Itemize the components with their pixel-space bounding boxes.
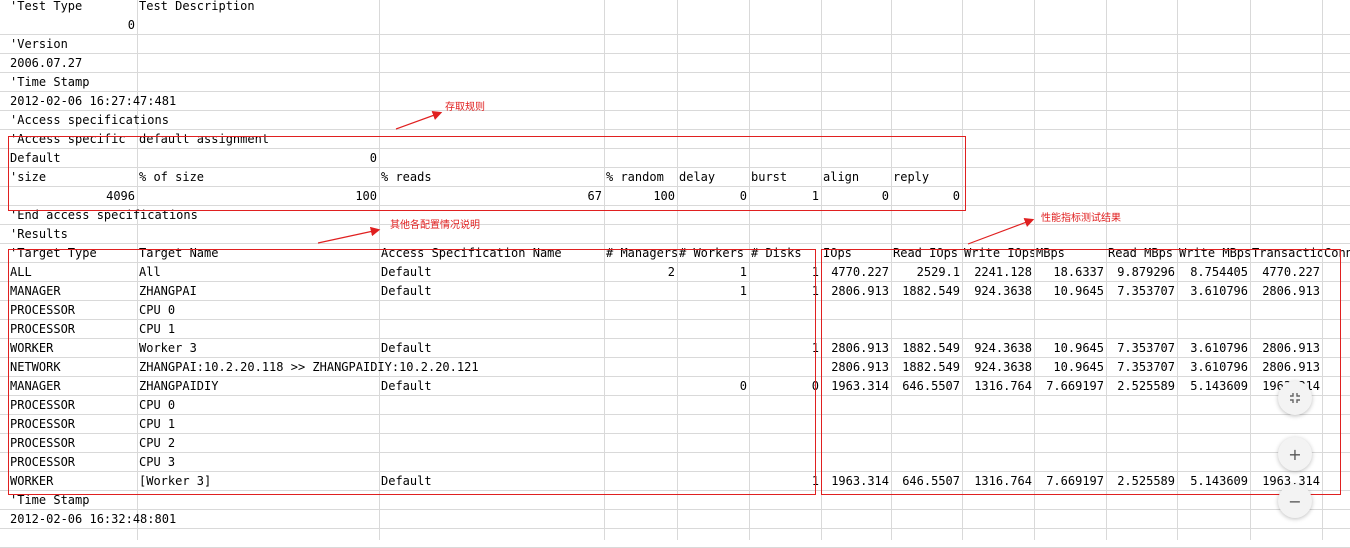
annotation-config-desc: 其他各配置情况说明 [390,220,480,231]
fit-screen-button[interactable] [1278,381,1312,415]
timestamp-label[interactable]: 'Time Stamp [8,73,137,92]
results-config-box [8,249,816,495]
row-divider [0,224,1350,225]
access-specs-label[interactable]: 'Access specifications [8,111,169,130]
fit-screen-icon [1290,393,1300,403]
footer-timestamp-value[interactable]: 2012-02-06 16:32:48:801 [8,510,176,529]
test-type-label[interactable]: 'Test Type [8,0,137,16]
test-description-label[interactable]: Test Description [137,0,379,16]
access-spec-box [8,136,966,211]
row-divider [0,72,1350,73]
row-divider [0,91,1350,92]
test-type-value[interactable]: 0 [8,16,137,35]
results-label[interactable]: 'Results [8,225,137,244]
zoom-in-button[interactable]: + [1278,437,1312,471]
annotation-perf-results: 性能指标测试结果 [1041,213,1121,224]
row-divider [0,528,1350,529]
spreadsheet: 'Test Type Test Description 0 'Version 2006.… [0,0,1350,548]
annotation-access-rule: 存取规则 [445,102,485,113]
row-divider [0,53,1350,54]
row-divider [0,34,1350,35]
results-perf-box [821,249,1341,495]
zoom-out-button[interactable]: − [1278,484,1312,518]
version-label[interactable]: 'Version [8,35,137,54]
row-divider [0,110,1350,111]
arrow-access-rule [395,110,443,130]
row-divider [0,509,1350,510]
arrow-config-desc [317,226,381,244]
version-value[interactable]: 2006.07.27 [8,54,137,73]
timestamp-value[interactable]: 2012-02-06 16:27:47:481 [8,92,176,111]
